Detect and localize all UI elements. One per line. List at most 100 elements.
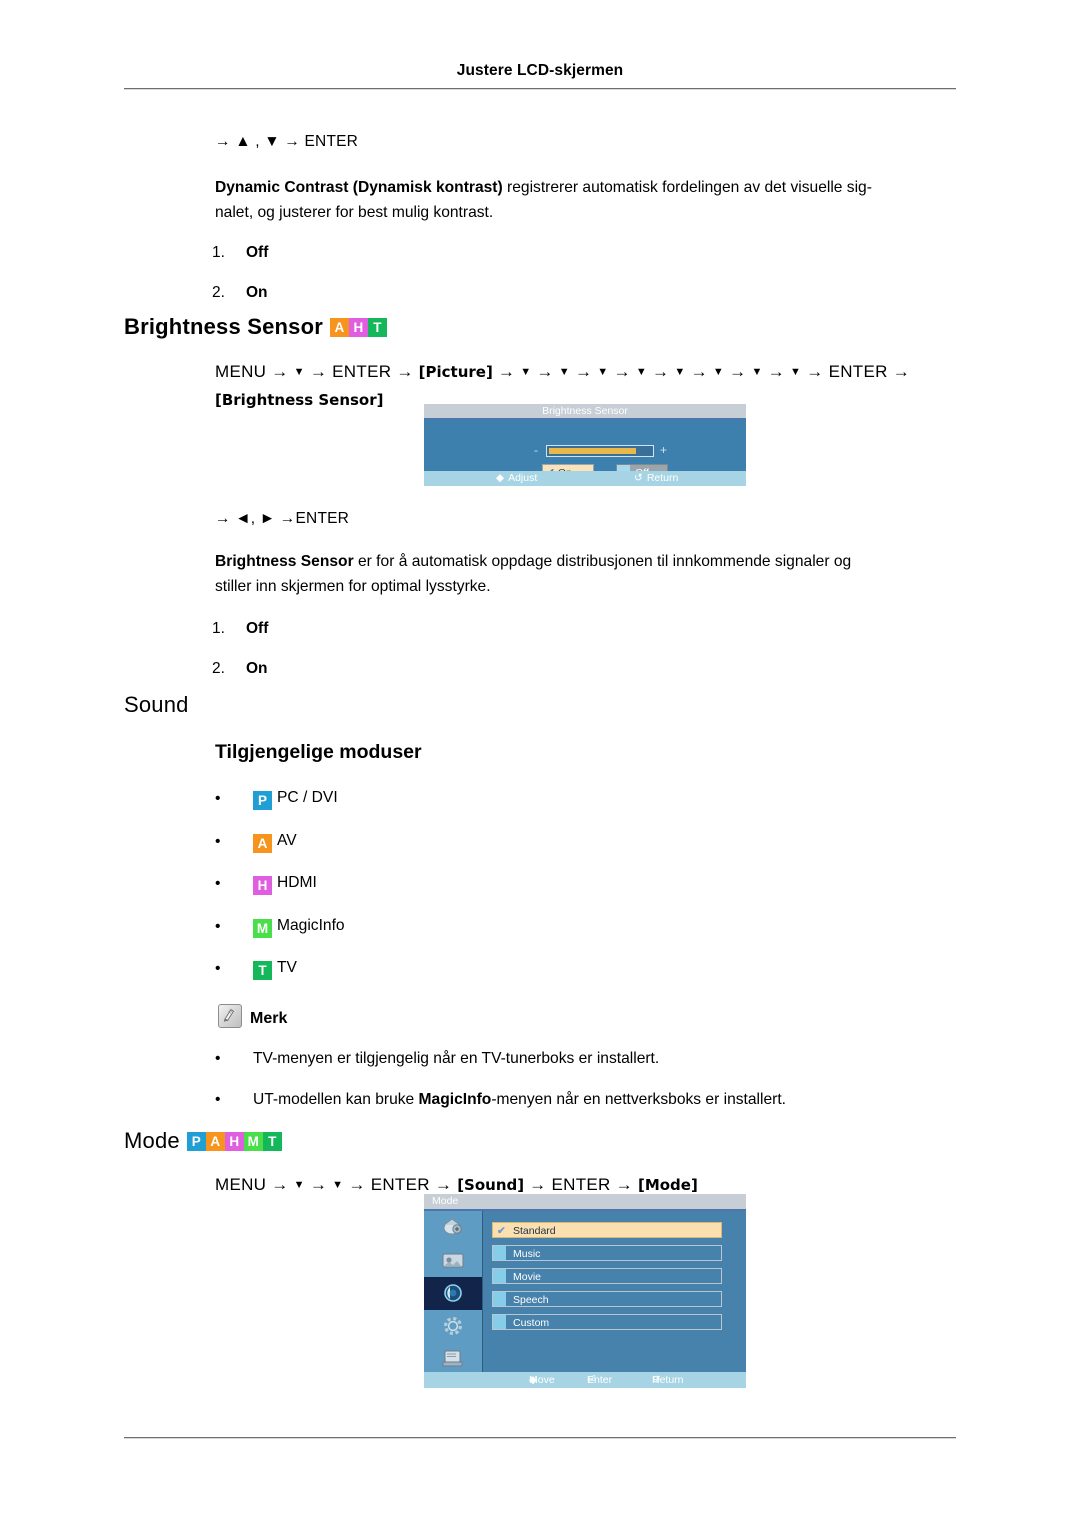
brightness-sensor-options: 1. Off 2. On bbox=[212, 609, 268, 689]
arrow-right-icon: → bbox=[304, 1175, 333, 1194]
document-page: Justere LCD-skjermen → ▲ , ▼ → ENTER Dyn… bbox=[0, 0, 1080, 1527]
left-right-adjust-icon: ◆ bbox=[496, 472, 505, 484]
arrow-down-icon: ▼ bbox=[293, 366, 305, 378]
bullet-icon: • bbox=[215, 1091, 221, 1108]
mode-badge-m: M bbox=[243, 1132, 263, 1151]
mode-options-list: ✔ Standard Music Movie Speech Custom bbox=[492, 1222, 722, 1337]
mode-option-standard[interactable]: ✔ Standard bbox=[492, 1222, 722, 1238]
mode-label: PC / DVI bbox=[277, 789, 338, 806]
heading-text: Brightness Sensor bbox=[124, 314, 324, 339]
mode-badge-a: A bbox=[253, 833, 272, 853]
osd-sidebar bbox=[424, 1211, 483, 1376]
osd-footer-adjust-label: Adjust bbox=[508, 472, 538, 484]
page-running-head: Justere LCD-skjermen bbox=[456, 62, 624, 79]
brightness-sensor-term: Brightness Sensor bbox=[215, 553, 354, 570]
arrow-right-icon: → bbox=[685, 362, 713, 381]
mode-badge-h: H bbox=[224, 1132, 244, 1151]
mode-badge-h: H bbox=[253, 876, 272, 895]
mode-option-music[interactable]: Music bbox=[492, 1245, 722, 1261]
osd-footer-return-label: Return bbox=[646, 472, 679, 484]
arrow-down-icon: ▼ bbox=[790, 366, 802, 378]
mode-option-custom[interactable]: Custom bbox=[492, 1314, 722, 1330]
path-enter: ENTER bbox=[370, 1175, 430, 1194]
mode-option-movie[interactable]: Movie bbox=[492, 1268, 722, 1284]
arrow-right-icon: → bbox=[492, 362, 521, 381]
option-swatch bbox=[493, 1292, 506, 1306]
list-item-label: T TV bbox=[253, 957, 297, 980]
list-value: Off bbox=[246, 244, 269, 261]
arrow-right-icon: → bbox=[724, 362, 752, 381]
osd-body: ✔ Standard Music Movie Speech Custom bbox=[424, 1211, 746, 1376]
note-block: Merk bbox=[218, 1004, 287, 1028]
mode-badge-a: A bbox=[205, 1132, 225, 1151]
list-item: 2. On bbox=[212, 273, 268, 313]
list-value: Off bbox=[246, 620, 269, 637]
osd-body: - + ✔On Off bbox=[424, 420, 746, 481]
dynamic-contrast-options: 1. Off 2. On bbox=[212, 233, 268, 313]
bullet-icon: • bbox=[215, 875, 221, 892]
osd-footer: ◆ Move ⏎ Enter ↺ Return bbox=[424, 1372, 746, 1388]
arrow-right-icon: → bbox=[343, 1175, 371, 1194]
mode-osd: Mode ✔ Standard Music Movie Speech Custo… bbox=[424, 1194, 746, 1388]
sidebar-item-sound-icon[interactable] bbox=[424, 1277, 482, 1310]
list-item: 2. On bbox=[212, 649, 268, 689]
note-pencil-icon bbox=[218, 1004, 242, 1028]
option-label: Music bbox=[513, 1248, 541, 1260]
list-number: 1. bbox=[212, 244, 225, 261]
list-number: 2. bbox=[212, 284, 225, 301]
arrow-down-icon: ▼ bbox=[558, 366, 570, 378]
sidebar-item-input-source-icon[interactable] bbox=[424, 1211, 482, 1244]
dynamic-contrast-key-line: → ▲ , ▼ → ENTER bbox=[215, 133, 359, 150]
osd-footer-adjust: ◆ Adjust bbox=[496, 471, 537, 486]
brightness-slider-fill bbox=[549, 448, 636, 454]
brightness-sensor-line2: stiller inn skjermen for optimal lysstyr… bbox=[215, 578, 491, 595]
brightness-sensor-heading: Brightness Sensor A H T bbox=[124, 314, 388, 340]
sidebar-item-setup-icon[interactable] bbox=[424, 1310, 482, 1343]
arrow-right-icon: → bbox=[429, 1175, 458, 1194]
bullet-icon: • bbox=[215, 1050, 221, 1067]
option-swatch bbox=[493, 1269, 506, 1283]
arrow-down-icon: ▼ bbox=[332, 1179, 344, 1191]
option-label: Movie bbox=[513, 1271, 542, 1283]
arrow-right-icon: → bbox=[524, 1175, 552, 1194]
list-value: On bbox=[246, 284, 268, 301]
mode-badge-t: T bbox=[368, 318, 388, 337]
mode-badge-h: H bbox=[349, 318, 369, 337]
decrease-icon[interactable]: - bbox=[534, 444, 538, 456]
arrow-right-icon: → bbox=[762, 362, 791, 381]
bullet-icon: • bbox=[215, 832, 221, 850]
arrow-right-icon: → bbox=[610, 1175, 638, 1194]
brightness-sensor-key-line: → ◄, ► →ENTER bbox=[215, 510, 350, 527]
increase-icon[interactable]: + bbox=[660, 444, 667, 456]
path-brightness-sensor: [Brightness Sensor] bbox=[215, 391, 384, 409]
option-label: Standard bbox=[513, 1225, 556, 1237]
path-menu: MENU bbox=[215, 1175, 267, 1194]
brightness-slider[interactable] bbox=[546, 445, 654, 457]
osd-title-bar: Mode bbox=[424, 1194, 746, 1211]
sound-heading: Sound bbox=[124, 692, 189, 717]
osd-footer-return: ↺ Return bbox=[634, 471, 678, 486]
bullet-icon: • bbox=[215, 917, 221, 935]
brightness-sensor-line1: er for å automatisk oppdage distribusjon… bbox=[353, 553, 852, 570]
list-number: 1. bbox=[212, 620, 225, 637]
note-list-item-text: TV-menyen er tilgjengelig når en TV-tune… bbox=[253, 1050, 660, 1067]
mode-option-speech[interactable]: Speech bbox=[492, 1291, 722, 1307]
arrow-right-icon: → bbox=[304, 362, 333, 381]
path-enter: ENTER bbox=[551, 1175, 611, 1194]
mode-heading: Mode P A H M T bbox=[124, 1128, 282, 1154]
option-swatch bbox=[493, 1315, 506, 1329]
sidebar-item-picture-icon[interactable] bbox=[424, 1244, 482, 1277]
return-icon: ↺ bbox=[634, 472, 643, 484]
mode-label: HDMI bbox=[277, 874, 317, 891]
list-item-label: M MagicInfo bbox=[253, 915, 345, 938]
note-label: Merk bbox=[250, 1010, 288, 1027]
mode-badge-t: T bbox=[262, 1132, 282, 1151]
osd-footer: ◆ Adjust ↺ Return bbox=[424, 471, 746, 486]
mode-label: MagicInfo bbox=[277, 916, 345, 934]
dynamic-contrast-line2: nalet, og justerer for best mulig kontra… bbox=[215, 204, 494, 221]
list-item: 1. Off bbox=[212, 609, 268, 649]
arrow-down-icon: ▼ bbox=[520, 366, 532, 378]
bullet-icon: • bbox=[215, 960, 221, 977]
arrow-right-icon: → bbox=[531, 362, 559, 381]
mode-badge-m: M bbox=[253, 918, 272, 938]
